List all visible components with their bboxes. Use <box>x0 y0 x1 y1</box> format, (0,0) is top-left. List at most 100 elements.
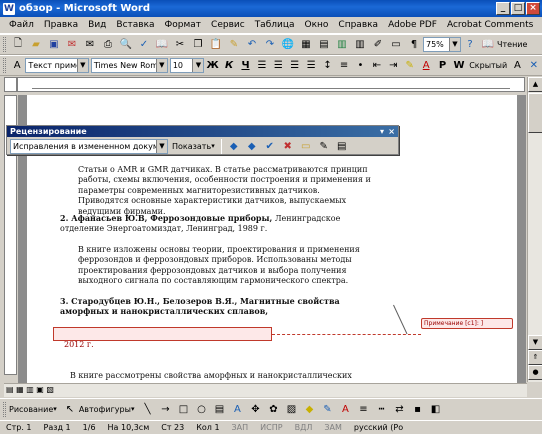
chevron-down-icon[interactable]: ▼ <box>76 59 88 72</box>
undo-icon[interactable]: ↶ <box>244 37 260 53</box>
research-icon[interactable]: 📖 <box>154 37 170 53</box>
columns-icon[interactable]: ▥ <box>352 37 368 53</box>
align-center-icon[interactable]: ☰ <box>271 58 285 74</box>
show-menu-button[interactable]: Показать <box>172 142 211 151</box>
previous-change-icon[interactable]: ◆ <box>226 138 242 154</box>
picture-icon[interactable]: ▨ <box>283 401 299 417</box>
menu-file[interactable]: Файл <box>4 20 39 30</box>
print-preview-icon[interactable]: 🔍 <box>118 37 134 53</box>
font-size-combo[interactable]: 10 ▼ <box>169 58 205 73</box>
scroll-up-button[interactable]: ▲ <box>528 77 542 92</box>
menu-help[interactable]: Справка <box>333 20 383 30</box>
spelling-icon[interactable]: ✓ <box>136 37 152 53</box>
text-box-icon[interactable]: ▤ <box>211 401 227 417</box>
arrow-style-icon[interactable]: ⇄ <box>391 401 407 417</box>
scroll-down-button[interactable]: ▼ <box>528 335 542 350</box>
comment-balloon[interactable]: Примечание [с1]: ] <box>421 318 513 329</box>
paragraph-mark-icon[interactable]: P <box>435 58 449 74</box>
vertical-scrollbar[interactable]: ▲ ▼ ⇑ ● <box>527 77 542 382</box>
chevron-down-icon[interactable]: ▼ <box>449 38 460 51</box>
horizontal-ruler[interactable] <box>17 77 525 92</box>
chevron-down-icon[interactable]: ▼ <box>156 139 167 153</box>
show-hide-icon[interactable]: ¶ <box>406 37 422 53</box>
toolbar-options-icon[interactable]: ▾ <box>380 126 384 137</box>
email-icon[interactable]: ✉ <box>82 37 98 53</box>
previous-page-button[interactable]: ⇑ <box>528 350 542 365</box>
permission-icon[interactable]: ✉ <box>64 37 80 53</box>
reject-change-icon[interactable]: ✖ <box>280 138 296 154</box>
read-button[interactable]: Чтение <box>497 40 527 49</box>
comment-anchor-highlight[interactable] <box>53 327 272 341</box>
italic-button[interactable]: К <box>222 58 236 74</box>
rectangle-icon[interactable]: □ <box>175 401 191 417</box>
open-icon[interactable]: ▰ <box>28 37 44 53</box>
reviewing-pane-icon[interactable]: ▤ <box>334 138 350 154</box>
display-for-review-combo[interactable]: Исправления в измененном документе ▼ <box>10 138 168 154</box>
word-icon[interactable]: W <box>452 58 466 74</box>
font-combo[interactable]: Times New Roman ▼ <box>90 58 168 73</box>
oval-icon[interactable]: ○ <box>193 401 209 417</box>
line-icon[interactable]: ╲ <box>139 401 155 417</box>
document-map-icon[interactable]: ▭ <box>388 37 404 53</box>
line-color-icon[interactable]: ✎ <box>319 401 335 417</box>
shadow-icon[interactable]: ▪ <box>409 401 425 417</box>
scroll-thumb[interactable] <box>528 93 542 133</box>
chevron-down-icon[interactable]: ▾ <box>211 142 215 150</box>
align-right-icon[interactable]: ☰ <box>288 58 302 74</box>
close-button[interactable]: × <box>526 2 540 15</box>
word-art-icon[interactable]: A <box>510 58 524 74</box>
chevron-down-icon[interactable]: ▾ <box>53 405 57 413</box>
align-left-icon[interactable]: ☰ <box>255 58 269 74</box>
chevron-down-icon[interactable]: ▼ <box>192 59 204 72</box>
toolbar-grip[interactable] <box>3 58 6 73</box>
insert-table-icon[interactable]: ▤ <box>316 37 332 53</box>
draw-menu-button[interactable]: Рисование <box>9 405 53 414</box>
numbering-icon[interactable]: ≡ <box>337 58 351 74</box>
wordart-icon[interactable]: A <box>229 401 245 417</box>
3d-icon[interactable]: ◧ <box>427 401 443 417</box>
autoshapes-menu-button[interactable]: Автофигуры <box>79 405 131 414</box>
bullets-icon[interactable]: • <box>353 58 367 74</box>
menu-view[interactable]: Вид <box>83 20 111 30</box>
clip-art-icon[interactable]: ✿ <box>265 401 281 417</box>
menu-tools[interactable]: Сервис <box>206 20 250 30</box>
format-painter-icon[interactable]: ✎ <box>226 37 242 53</box>
menu-insert[interactable]: Вставка <box>111 20 159 30</box>
insert-comment-icon[interactable]: ▭ <box>298 138 314 154</box>
copy-icon[interactable]: ❐ <box>190 37 206 53</box>
increase-indent-icon[interactable]: ⇥ <box>386 58 400 74</box>
status-record-macro[interactable]: ЗАП <box>226 423 255 432</box>
horizontal-scrollbar[interactable]: ▤ ▦ ▥ ▣ ▧ <box>4 383 527 397</box>
menu-format[interactable]: Формат <box>160 20 207 30</box>
print-icon[interactable]: ⎙ <box>100 37 116 53</box>
cut-icon[interactable]: ✂ <box>172 37 188 53</box>
track-changes-icon[interactable]: ✎ <box>316 138 332 154</box>
select-browse-object-button[interactable]: ● <box>528 365 542 380</box>
maximize-button[interactable]: □ <box>511 2 525 15</box>
toolbar-grip[interactable] <box>3 401 6 417</box>
menu-edit[interactable]: Правка <box>39 20 83 30</box>
diagram-icon[interactable]: ✥ <box>247 401 263 417</box>
line-spacing-icon[interactable]: ↕ <box>320 58 334 74</box>
status-track-changes[interactable]: ИСПР <box>254 423 288 432</box>
menu-window[interactable]: Окно <box>300 20 334 30</box>
paste-icon[interactable]: 📋 <box>208 37 224 53</box>
tab-selector[interactable] <box>4 77 17 92</box>
toolbar-grip[interactable] <box>3 37 6 52</box>
save-icon[interactable]: ▣ <box>46 37 62 53</box>
clear-format-icon[interactable]: ✕ <box>527 58 541 74</box>
view-buttons[interactable]: ▤ ▦ ▥ ▣ ▧ <box>6 385 54 394</box>
arrow-icon[interactable]: → <box>157 401 173 417</box>
insert-excel-icon[interactable]: ▥ <box>334 37 350 53</box>
new-document-icon[interactable]: 🗋 <box>10 37 26 53</box>
drawing-icon[interactable]: ✐ <box>370 37 386 53</box>
redo-icon[interactable]: ↷ <box>262 37 278 53</box>
minimize-button[interactable]: _ <box>496 2 510 15</box>
justify-icon[interactable]: ☰ <box>304 58 318 74</box>
chevron-down-icon[interactable]: ▼ <box>155 59 167 72</box>
font-color-icon[interactable]: A <box>419 58 433 74</box>
reviewing-title-bar[interactable]: Рецензирование ▾ × <box>7 126 398 137</box>
close-icon[interactable]: × <box>388 126 395 137</box>
help-icon[interactable]: ? <box>462 37 478 53</box>
chevron-down-icon[interactable]: ▾ <box>131 405 135 413</box>
